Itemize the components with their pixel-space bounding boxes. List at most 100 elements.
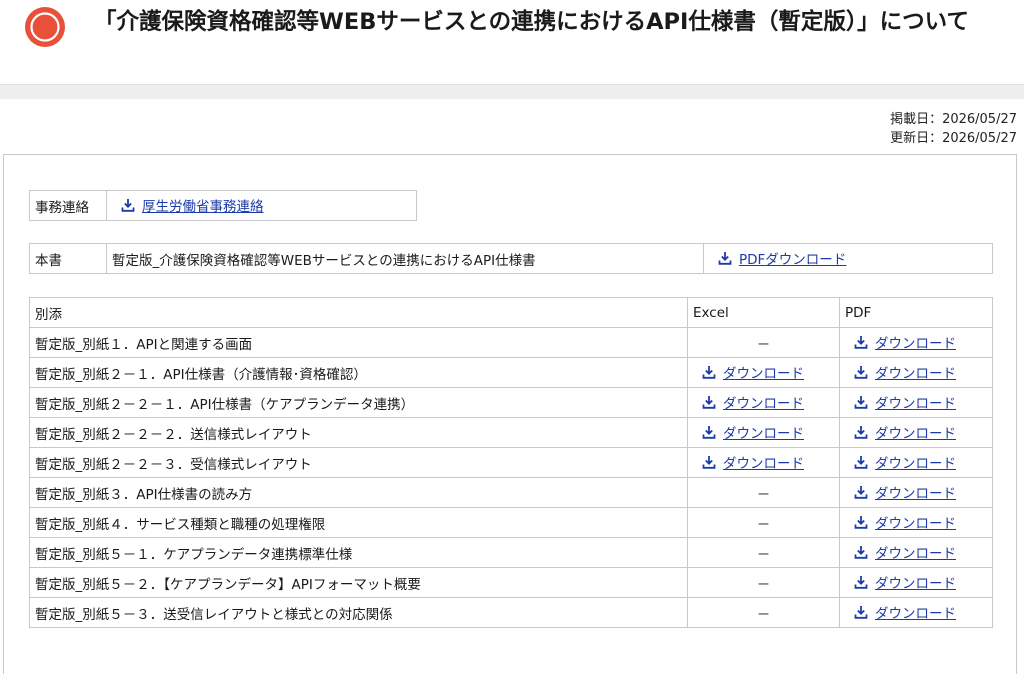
pdf-download-link[interactable]: PDFダウンロード <box>718 248 846 268</box>
attachment-row: 暫定版_別紙５－１．ケアプランデータ連携標準仕様 － ダウンロード <box>29 537 993 568</box>
updated-date: 更新日：2026/05/27 <box>890 131 1017 146</box>
pdf-download-link[interactable]: ダウンロード <box>854 542 956 562</box>
publish-dates: 掲載日：2026/05/27 更新日：2026/05/27 <box>890 110 1017 148</box>
excel-download-text: ダウンロード <box>723 426 804 442</box>
main-doc-label: 本書 <box>29 243 107 274</box>
attachment-name: 暫定版_別紙１．APIと関連する画面 <box>29 327 688 358</box>
pdf-cell: ダウンロード <box>839 507 993 538</box>
pdf-download-link[interactable]: ダウンロード <box>854 392 956 412</box>
pdf-download-link[interactable]: ダウンロード <box>854 422 956 442</box>
excel-cell: － <box>687 477 840 508</box>
download-icon <box>854 606 868 619</box>
attachment-row: 暫定版_別紙２－２－１．API仕様書（ケアプランデータ連携） ダウンロード ダウンロ… <box>29 387 993 418</box>
attachment-name: 暫定版_別紙５－１．ケアプランデータ連携標準仕様 <box>29 537 688 568</box>
attachment-name: 暫定版_別紙４．サービス種類と職種の処理権限 <box>29 507 688 538</box>
col-header-excel: Excel <box>687 297 840 328</box>
pdf-download-text: ダウンロード <box>875 606 956 622</box>
pdf-download-text: ダウンロード <box>875 456 956 472</box>
pdf-cell: ダウンロード <box>839 597 993 628</box>
attachment-row: 暫定版_別紙４．サービス種類と職種の処理権限 － ダウンロード <box>29 507 993 538</box>
excel-download-link[interactable]: ダウンロード <box>702 362 804 382</box>
pdf-download-text: ダウンロード <box>875 546 956 562</box>
pdf-download-link[interactable]: ダウンロード <box>854 452 956 472</box>
notice-label: 事務連絡 <box>29 190 107 221</box>
excel-download-text: ダウンロード <box>723 456 804 472</box>
pdf-download-text: ダウンロード <box>875 516 956 532</box>
excel-cell: － <box>687 597 840 628</box>
excel-cell: － <box>687 327 840 358</box>
download-icon <box>854 516 868 529</box>
pdf-download-link[interactable]: ダウンロード <box>854 332 956 352</box>
download-icon <box>854 546 868 559</box>
pdf-download-link[interactable]: ダウンロード <box>854 572 956 592</box>
pdf-download-link[interactable]: ダウンロード <box>854 362 956 382</box>
not-available-mark: － <box>756 546 771 563</box>
attachments-header-row: 別添 Excel PDF <box>29 297 993 328</box>
pdf-cell: ダウンロード <box>839 447 993 478</box>
excel-download-link[interactable]: ダウンロード <box>702 422 804 442</box>
pdf-download-link[interactable]: ダウンロード <box>854 482 956 502</box>
not-available-mark: － <box>756 486 771 503</box>
download-icon <box>121 199 135 212</box>
excel-download-text: ダウンロード <box>723 396 804 412</box>
excel-download-text: ダウンロード <box>723 366 804 382</box>
download-icon <box>854 486 868 499</box>
excel-download-link[interactable]: ダウンロード <box>702 452 804 472</box>
pdf-download-text: ダウンロード <box>875 366 956 382</box>
download-icon <box>854 396 868 409</box>
pdf-cell: ダウンロード <box>839 567 993 598</box>
download-icon <box>854 366 868 379</box>
header-divider <box>0 84 1024 99</box>
attachment-row: 暫定版_別紙２－２－２．送信様式レイアウト ダウンロード ダウンロード <box>29 417 993 448</box>
excel-cell: － <box>687 537 840 568</box>
not-available-mark: － <box>756 516 771 533</box>
notice-link-cell: 厚生労働省事務連絡 <box>106 190 417 221</box>
notice-link[interactable]: 厚生労働省事務連絡 <box>121 195 264 215</box>
attachments-table: 別添 Excel PDF 暫定版_別紙１．APIと関連する画面－ダウンロード 暫定… <box>29 297 993 628</box>
pdf-download-link[interactable]: ダウンロード <box>854 602 956 622</box>
record-circle-icon <box>25 7 65 47</box>
excel-cell: ダウンロード <box>687 387 840 418</box>
download-icon <box>702 396 716 409</box>
attachment-name: 暫定版_別紙３．API仕様書の読み方 <box>29 477 688 508</box>
not-available-mark: － <box>756 336 771 353</box>
notice-table: 事務連絡 厚生労働省事務連絡 <box>29 190 417 221</box>
attachment-name: 暫定版_別紙２－１．API仕様書（介護情報･資格確認） <box>29 357 688 388</box>
attachment-row: 暫定版_別紙１．APIと関連する画面 － ダウンロード <box>29 327 993 358</box>
download-icon <box>854 576 868 589</box>
excel-download-link[interactable]: ダウンロード <box>702 392 804 412</box>
main-document-table: 本書 暫定版_介護保険資格確認等WEBサービスとの連携におけるAPI仕様書 PD… <box>29 243 993 274</box>
pdf-download-text: ダウンロード <box>875 426 956 442</box>
pdf-download-link[interactable]: ダウンロード <box>854 512 956 532</box>
main-doc-name: 暫定版_介護保険資格確認等WEBサービスとの連携におけるAPI仕様書 <box>106 243 704 274</box>
posted-date: 掲載日：2026/05/27 <box>890 112 1017 127</box>
download-icon <box>702 456 716 469</box>
col-header-attachment: 別添 <box>29 297 688 328</box>
excel-cell: ダウンロード <box>687 357 840 388</box>
attachment-row: 暫定版_別紙２－１．API仕様書（介護情報･資格確認） ダウンロード ダウンロード <box>29 357 993 388</box>
attachment-name: 暫定版_別紙５－２．【ケアプランデータ】APIフォーマット概要 <box>29 567 688 598</box>
pdf-cell: ダウンロード <box>839 537 993 568</box>
excel-cell: ダウンロード <box>687 417 840 448</box>
pdf-cell: ダウンロード <box>839 387 993 418</box>
attachment-name: 暫定版_別紙５－３．送受信レイアウトと様式との対応関係 <box>29 597 688 628</box>
pdf-cell: ダウンロード <box>839 327 993 358</box>
download-icon <box>854 336 868 349</box>
not-available-mark: － <box>756 606 771 623</box>
pdf-download-text: ダウンロード <box>875 396 956 412</box>
pdf-download-text: ダウンロード <box>875 486 956 502</box>
pdf-cell: ダウンロード <box>839 477 993 508</box>
pdf-download-text: ダウンロード <box>875 576 956 592</box>
pdf-download-text: PDFダウンロード <box>739 252 847 268</box>
download-icon <box>702 426 716 439</box>
attachment-row: 暫定版_別紙３．API仕様書の読み方 － ダウンロード <box>29 477 993 508</box>
main-document-row: 本書 暫定版_介護保険資格確認等WEBサービスとの連携におけるAPI仕様書 PD… <box>29 243 993 274</box>
download-icon <box>854 426 868 439</box>
excel-cell: － <box>687 507 840 538</box>
attachment-name: 暫定版_別紙２－２－２．送信様式レイアウト <box>29 417 688 448</box>
attachment-row: 暫定版_別紙５－３．送受信レイアウトと様式との対応関係 － ダウンロード <box>29 597 993 628</box>
download-icon <box>718 252 732 265</box>
attachments-body: 暫定版_別紙１．APIと関連する画面－ダウンロード 暫定版_別紙２－１．API仕様… <box>29 327 993 628</box>
page-header: 「介護保険資格確認等WEBサービスとの連携におけるAPI仕様書（暫定版）」につい… <box>0 0 1024 84</box>
excel-cell: ダウンロード <box>687 447 840 478</box>
